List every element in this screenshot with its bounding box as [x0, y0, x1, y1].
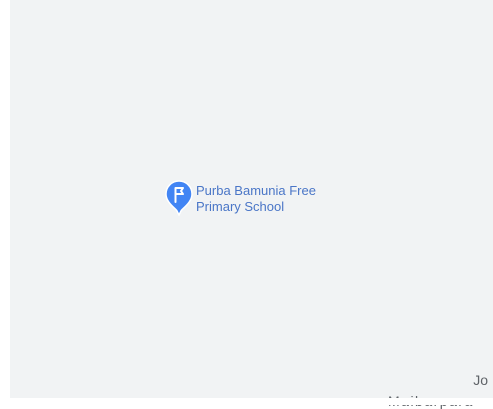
poi-label[interactable]: Purba Bamunia Free Primary School: [196, 180, 316, 215]
school-pin-icon[interactable]: [165, 180, 193, 216]
poi-marker-purba-bamunia-free-primary-school[interactable]: Purba Bamunia Free Primary School: [165, 180, 316, 216]
poi-label-line2: Primary School: [196, 199, 285, 214]
poi-label-line1: Purba Bamunia Free: [196, 183, 316, 198]
map-canvas[interactable]: Purba Bamunia Free Primary School Jo: [10, 0, 493, 398]
map-label-partial-right: Jo: [473, 372, 488, 388]
bottom-strip: [0, 398, 493, 405]
